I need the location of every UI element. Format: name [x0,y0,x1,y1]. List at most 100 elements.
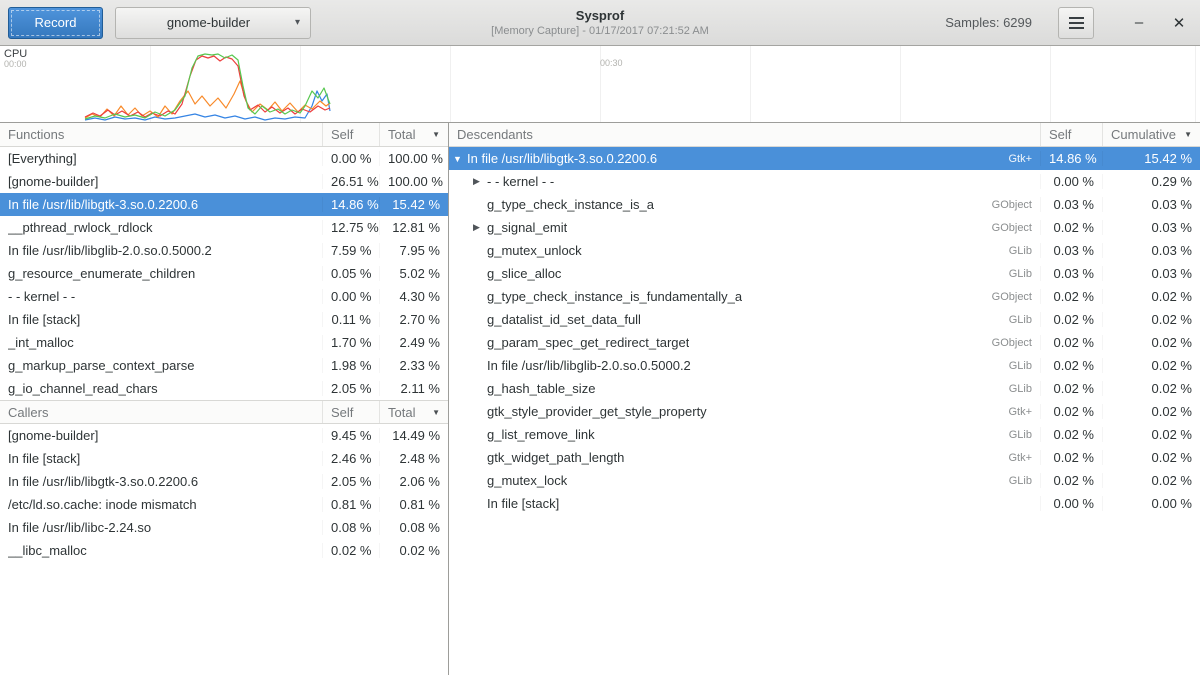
table-row[interactable]: In file [stack]0.11 %2.70 % [0,308,448,331]
tree-row[interactable]: ▶g_signal_emitGObject0.02 %0.03 % [449,216,1200,239]
function-name: In file [stack] [0,451,322,466]
function-name-label: - - kernel - - [8,289,75,304]
callers-table-body: [gnome-builder]9.45 %14.49 % In file [sta… [0,424,448,562]
menu-button[interactable] [1058,7,1094,39]
tree-row[interactable]: gtk_style_provider_get_style_propertyGtk… [449,400,1200,423]
cumulative-value: 0.02 % [1102,335,1200,350]
tree-row[interactable]: g_datalist_id_set_data_fullGLib0.02 %0.0… [449,308,1200,331]
total-value: 5.02 % [379,266,448,281]
tree-row[interactable]: ▶- - kernel - -0.00 %0.29 % [449,170,1200,193]
descendant-name-cell: g_param_spec_get_redirect_targetGObject [449,335,1040,350]
functions-table-body: [Everything]0.00 %100.00 %[gnome-builder… [0,147,448,400]
tree-row[interactable]: In file [stack]0.00 %0.00 % [449,492,1200,515]
table-row[interactable]: g_resource_enumerate_children0.05 %5.02 … [0,262,448,285]
table-row[interactable]: g_io_channel_read_chars2.05 %2.11 % [0,377,448,400]
table-row[interactable]: [Everything]0.00 %100.00 % [0,147,448,170]
header-right-controls: Samples: 6299 – ✕ [945,7,1192,39]
column-header-callers[interactable]: Callers [0,401,322,423]
column-header-cumulative[interactable]: Cumulative ▼ [1102,123,1200,146]
tree-row[interactable]: g_hash_table_sizeGLib0.02 %0.02 % [449,377,1200,400]
function-name: g_markup_parse_context_parse [0,358,322,373]
cumulative-value: 0.03 % [1102,197,1200,212]
self-value: 0.02 % [1040,473,1102,488]
function-name-label: __pthread_rwlock_rdlock [8,220,153,235]
function-name-label: _int_malloc [8,335,74,350]
cpu-graph[interactable]: CPU 00:00 00:30 [0,46,1200,123]
minimize-button[interactable]: – [1126,10,1152,36]
tree-row[interactable]: In file /usr/lib/libglib-2.0.so.0.5000.2… [449,354,1200,377]
cumulative-value: 0.02 % [1102,404,1200,419]
main-content: Functions Self Total ▼ [Everything]0.00 … [0,123,1200,675]
record-button[interactable]: Record [8,7,103,39]
table-row[interactable]: [gnome-builder]26.51 %100.00 % [0,170,448,193]
self-value: 0.03 % [1040,243,1102,258]
function-name-label: g_io_channel_read_chars [8,381,158,396]
tree-row[interactable]: g_mutex_lockGLib0.02 %0.02 % [449,469,1200,492]
process-selector-dropdown[interactable]: gnome-builder ▾ [115,7,311,39]
function-name: g_io_channel_read_chars [0,381,322,396]
table-row[interactable]: _int_malloc1.70 %2.49 % [0,331,448,354]
descendants-panel: Descendants Self Cumulative ▼ ▼In file /… [449,123,1200,675]
column-header-total[interactable]: Total ▼ [379,401,448,423]
tree-row[interactable]: g_slice_allocGLib0.03 %0.03 % [449,262,1200,285]
column-header-total[interactable]: Total ▼ [379,123,448,146]
self-value: 0.02 % [1040,220,1102,235]
close-button[interactable]: ✕ [1166,10,1192,36]
table-row[interactable]: g_markup_parse_context_parse1.98 %2.33 % [0,354,448,377]
column-header-functions[interactable]: Functions [0,123,322,146]
tree-row[interactable]: g_param_spec_get_redirect_targetGObject 0… [449,331,1200,354]
table-row[interactable]: In file [stack]2.46 %2.48 % [0,447,448,470]
column-label: Self [1049,127,1071,142]
function-name-label: In file [stack] [8,451,80,466]
descendant-name-cell: g_hash_table_sizeGLib [449,381,1040,396]
self-value: 1.98 % [322,358,379,373]
column-label: Functions [8,127,64,142]
cumulative-value: 0.03 % [1102,243,1200,258]
library-badge: GLib [999,429,1032,441]
tree-row[interactable]: g_mutex_unlockGLib0.03 %0.03 % [449,239,1200,262]
column-header-self[interactable]: Self [322,401,379,423]
total-value: 2.11 % [379,381,448,396]
function-name: [gnome-builder] [0,174,322,189]
descendants-table-header: Descendants Self Cumulative ▼ [449,123,1200,147]
column-header-self[interactable]: Self [1040,123,1102,146]
expander-closed-icon[interactable]: ▶ [473,176,487,187]
tree-row[interactable]: gtk_widget_path_lengthGtk+0.02 %0.02 % [449,446,1200,469]
self-value: 2.46 % [322,451,379,466]
table-row[interactable]: [gnome-builder]9.45 %14.49 % [0,424,448,447]
expander-closed-icon[interactable]: ▶ [473,222,487,233]
function-name: [gnome-builder] [0,428,322,443]
expander-open-icon[interactable]: ▼ [453,154,467,164]
table-row[interactable]: In file /usr/lib/libglib-2.0.so.0.5000.2… [0,239,448,262]
column-header-self[interactable]: Self [322,123,379,146]
descendant-name-cell: g_datalist_id_set_data_fullGLib [449,312,1040,327]
tree-row[interactable]: ▼In file /usr/lib/libgtk-3.so.0.2200.6Gt… [449,147,1200,170]
descendant-name-cell: ▶- - kernel - - [449,174,1040,189]
table-row[interactable]: - - kernel - -0.00 %4.30 % [0,285,448,308]
table-row[interactable]: In file /usr/lib/libgtk-3.so.0.2200.614.… [0,193,448,216]
tree-row[interactable]: g_type_check_instance_is_fundamentally_a… [449,285,1200,308]
table-row[interactable]: In file /usr/lib/libgtk-3.so.0.2200.62.0… [0,470,448,493]
function-name-label: g_type_check_instance_is_fundamentally_a [487,289,742,304]
column-header-descendants[interactable]: Descendants [449,123,1040,146]
table-row[interactable]: __libc_malloc0.02 %0.02 % [0,539,448,562]
cumulative-value: 0.02 % [1102,381,1200,396]
self-value: 1.70 % [322,335,379,350]
tree-row[interactable]: g_type_check_instance_is_aGObject0.03 %0… [449,193,1200,216]
function-name-label: In file [stack] [487,496,559,511]
tree-row[interactable]: g_list_remove_linkGLib0.02 %0.02 % [449,423,1200,446]
library-badge: GObject [982,199,1032,211]
left-panel: Functions Self Total ▼ [Everything]0.00 … [0,123,449,675]
function-name-label: In file /usr/lib/libgtk-3.so.0.2200.6 [8,474,198,489]
sort-indicator-icon: ▼ [1184,130,1192,139]
table-row[interactable]: /etc/ld.so.cache: inode mismatch0.81 %0.… [0,493,448,516]
self-value: 0.00 % [322,289,379,304]
table-row[interactable]: In file /usr/lib/libc-2.24.so0.08 %0.08 … [0,516,448,539]
self-value: 0.00 % [1040,174,1102,189]
total-value: 0.08 % [379,520,448,535]
function-name-label: - - kernel - - [487,174,554,189]
total-value: 0.02 % [379,543,448,558]
table-row[interactable]: __pthread_rwlock_rdlock12.75 %12.81 % [0,216,448,239]
callers-table: Callers Self Total ▼ [gnome-builder]9.45… [0,400,448,562]
library-badge: Gtk+ [998,406,1032,418]
